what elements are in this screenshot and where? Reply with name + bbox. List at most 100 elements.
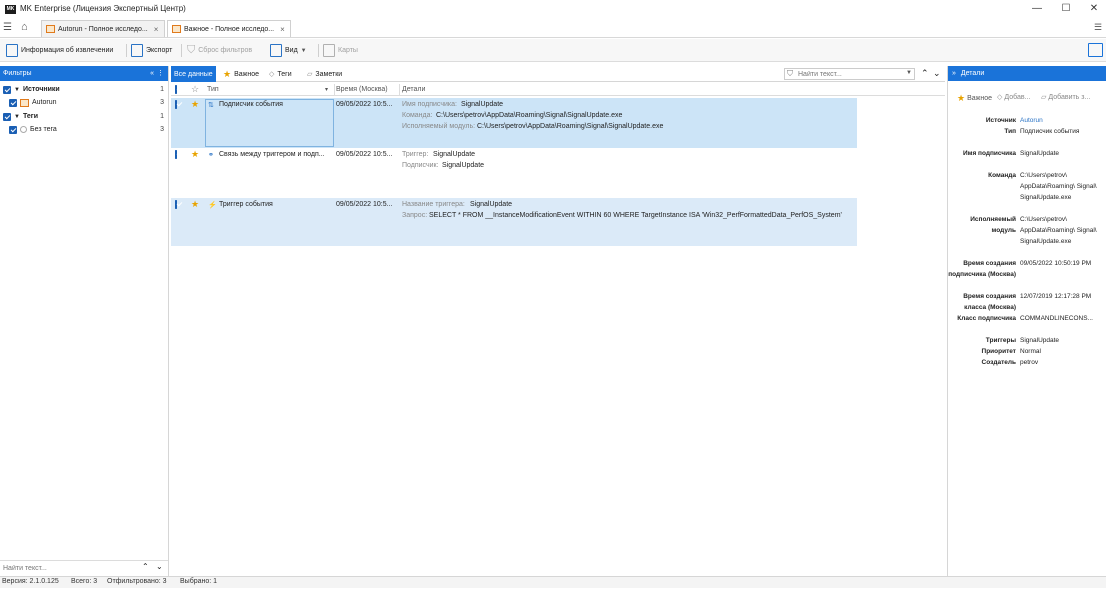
- field-value: 12/07/2019 12:17:28 PM: [1020, 293, 1092, 300]
- field-key: Время создания подписчика (Москва): [948, 260, 1016, 278]
- no-tag-checkbox[interactable]: [9, 125, 17, 134]
- home-icon[interactable]: ⌂: [21, 21, 28, 33]
- column-details[interactable]: Детали: [402, 86, 425, 93]
- autorun-checkbox[interactable]: [9, 98, 17, 107]
- row-checkbox[interactable]: [175, 100, 177, 109]
- star-icon: ★: [223, 68, 232, 79]
- field-value: Normal: [1020, 348, 1041, 355]
- star-outline-icon[interactable]: ☆: [191, 84, 199, 95]
- status-version: Версия: 2.1.0.125: [2, 578, 59, 585]
- chevron-down-icon[interactable]: ▾: [325, 86, 328, 93]
- star-icon[interactable]: ★: [191, 199, 199, 210]
- filter-node-sources[interactable]: ▼ Источники 1: [0, 83, 168, 96]
- tab-label: Autorun - Полное исследо...: [58, 25, 148, 33]
- table-row[interactable]: ★ ⇅ Подписчик события 09/05/2022 10:5...…: [171, 98, 857, 148]
- detail-value: C:\Users\petrov\AppData\Roaming\Signal\S…: [477, 123, 664, 130]
- chevron-down-icon[interactable]: ⌄: [156, 562, 163, 571]
- filter-node-tags[interactable]: ▼ Теги 1: [0, 110, 168, 123]
- filter-icon: ⛉: [187, 44, 196, 56]
- close-window-button[interactable]: ✕: [1083, 2, 1105, 16]
- tag-icon: ◇: [997, 94, 1003, 101]
- field-key: Время создания класса (Москва): [963, 293, 1016, 311]
- view-dropdown[interactable]: Вид ▼: [270, 42, 307, 59]
- tags-checkbox[interactable]: [3, 112, 11, 121]
- mark-important-button[interactable]: ★ Важное: [957, 93, 992, 104]
- filter-node-no-tag[interactable]: Без тега 3: [0, 123, 168, 136]
- field-value: C:\Users\petrov\ AppData\Roaming\ Signal…: [1020, 172, 1097, 201]
- star-icon[interactable]: ★: [191, 99, 199, 110]
- select-all-checkbox[interactable]: [175, 85, 177, 94]
- detail-value: SignalUpdate: [461, 101, 504, 108]
- sources-checkbox[interactable]: [3, 85, 11, 94]
- view-label: Вид: [285, 47, 298, 54]
- document-tab-bar: ☰ ⌂ Autorun - Полное исследо... × Важное…: [0, 19, 1106, 38]
- column-time[interactable]: Время (Москва): [336, 86, 388, 93]
- grid-search-input[interactable]: [798, 69, 902, 79]
- reset-filters-button[interactable]: ⛉ Сброс фильтров: [187, 42, 252, 59]
- star-icon[interactable]: ★: [191, 149, 199, 160]
- star-icon: ★: [957, 93, 966, 103]
- close-tab-icon[interactable]: ×: [154, 25, 159, 34]
- tag-icon: [20, 126, 27, 133]
- no-tag-label: Без тега: [30, 126, 57, 133]
- field-key: Приоритет: [981, 348, 1016, 355]
- field-key: Имя подписчика: [962, 150, 1016, 157]
- map-icon: [323, 44, 335, 57]
- table-row[interactable]: ★ ⚭ Связь между триггером и подп... 09/0…: [171, 148, 857, 198]
- field-value: petrov: [1020, 359, 1039, 366]
- tab-notes[interactable]: ▱ Заметки: [304, 66, 345, 82]
- chevron-down-icon[interactable]: ▼: [14, 114, 20, 120]
- detail-key: Команда:: [402, 112, 433, 119]
- collapse-panel-icon[interactable]: «: [150, 66, 154, 81]
- tab-autorun[interactable]: Autorun - Полное исследо... ×: [41, 20, 165, 37]
- chevron-up-icon[interactable]: ⌃: [921, 68, 929, 79]
- tab-tags[interactable]: ◇ Теги: [266, 66, 295, 82]
- table-row[interactable]: ★ ⚡ Триггер события 09/05/2022 10:5... Н…: [171, 198, 857, 246]
- tags-label: Теги: [22, 113, 38, 120]
- more-options-icon[interactable]: ⋮: [157, 66, 164, 81]
- maximize-button[interactable]: ☐: [1055, 2, 1077, 16]
- view-icon: [270, 44, 282, 57]
- chevron-down-icon[interactable]: ▼: [906, 70, 912, 76]
- tab-important[interactable]: ★ Важное: [220, 66, 262, 82]
- tab-important[interactable]: Важное - Полное исследо... ×: [167, 20, 291, 37]
- extraction-info-label: Информация об извлечении: [21, 47, 114, 54]
- row-type: Связь между триггером и подп...: [219, 151, 325, 158]
- close-tab-icon[interactable]: ×: [280, 25, 285, 34]
- export-button[interactable]: Экспорт: [131, 42, 172, 59]
- maps-button[interactable]: Карты: [323, 42, 358, 59]
- tab-list-icon[interactable]: ☰: [1094, 22, 1102, 33]
- row-checkbox[interactable]: [175, 150, 177, 159]
- chevron-down-icon[interactable]: ⌄: [933, 68, 941, 79]
- sources-count: 1: [160, 86, 164, 93]
- tab-all-data[interactable]: Все данные: [171, 66, 216, 82]
- hamburger-menu-icon[interactable]: ☰: [3, 22, 12, 33]
- status-filtered: Отфильтровано: 3: [107, 578, 167, 585]
- no-tag-count: 3: [160, 126, 164, 133]
- field-key: Создатель: [981, 359, 1016, 366]
- folder-icon: [20, 98, 29, 107]
- add-tag-button[interactable]: ◇ Добав...: [997, 93, 1030, 102]
- view-tabs: Все данные ★ Важное ◇ Теги ▱ Заметки ⛉ ▼…: [171, 66, 945, 82]
- details-title: Детали: [960, 70, 985, 77]
- field-key: Триггеры: [985, 337, 1016, 344]
- panel-layout-icon[interactable]: [1088, 43, 1103, 57]
- column-type[interactable]: Тип: [207, 86, 219, 93]
- toolbar-divider: [126, 44, 127, 57]
- chevron-up-icon[interactable]: ⌃: [142, 562, 149, 571]
- filters-search-input[interactable]: [1, 562, 137, 574]
- add-note-button[interactable]: ▱ Добавить з...: [1041, 93, 1090, 102]
- extraction-info-button[interactable]: Информация об извлечении: [6, 42, 113, 59]
- filter-node-autorun[interactable]: Autorun 3: [0, 96, 168, 109]
- subscriber-icon: ⇅: [208, 102, 214, 109]
- field-value: SignalUpdate: [1020, 150, 1060, 157]
- expand-panel-icon[interactable]: »: [952, 70, 956, 77]
- status-selected: Выбрано: 1: [180, 578, 218, 585]
- bottom-strip: [0, 588, 1106, 604]
- row-time: 09/05/2022 10:5...: [336, 151, 393, 158]
- chevron-down-icon[interactable]: ▼: [14, 87, 20, 93]
- row-checkbox[interactable]: [175, 200, 177, 209]
- folder-icon: [172, 25, 181, 33]
- detail-value: SELECT * FROM __InstanceModificationEven…: [429, 212, 842, 219]
- minimize-button[interactable]: —: [1026, 2, 1048, 16]
